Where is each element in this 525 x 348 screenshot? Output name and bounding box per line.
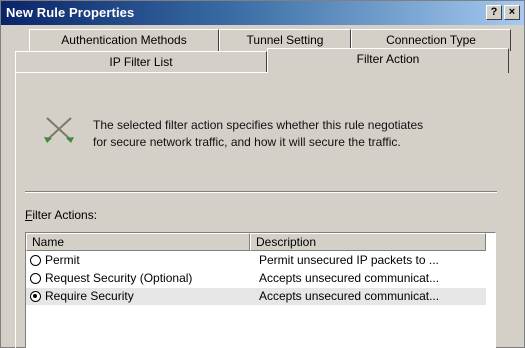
close-button[interactable]: ×	[504, 5, 520, 20]
tab-strip-edge	[15, 72, 267, 73]
item-name: Request Security (Optional)	[45, 271, 193, 285]
radio-button-checked[interactable]	[30, 291, 41, 302]
radio-button[interactable]	[30, 255, 41, 266]
dialog-window: New Rule Properties ? × Authentication M…	[0, 0, 525, 348]
title-bar[interactable]: New Rule Properties ? ×	[1, 1, 524, 25]
list-item-require-security[interactable]: Require Security Accepts unsecured commu…	[26, 288, 486, 305]
info-line-2: for secure network traffic, and how it w…	[93, 135, 401, 149]
separator	[25, 191, 497, 193]
help-button[interactable]: ?	[486, 5, 502, 20]
window-title: New Rule Properties	[6, 5, 135, 20]
column-header-name[interactable]: Name	[26, 233, 250, 251]
item-name: Require Security	[45, 289, 134, 303]
info-line-1: The selected filter action specifies whe…	[93, 118, 424, 132]
list-item-request-security[interactable]: Request Security (Optional) Accepts unse…	[26, 270, 486, 287]
filter-actions-label: Filter Actions:	[25, 208, 97, 222]
radio-button[interactable]	[30, 273, 41, 284]
item-description: Accepts unsecured communicat...	[259, 271, 440, 285]
column-header-description[interactable]: Description	[250, 233, 486, 251]
item-description: Accepts unsecured communicat...	[259, 289, 440, 303]
filter-actions-list[interactable]: Name Description Permit Permit unsecured…	[25, 232, 496, 348]
item-description: Permit unsecured IP packets to ...	[259, 253, 439, 267]
list-item-permit[interactable]: Permit Permit unsecured IP packets to ..…	[26, 252, 486, 269]
filter-actions-label-rest: ilter Actions:	[32, 208, 98, 222]
tab-ip-filter-list[interactable]: IP Filter List	[15, 51, 267, 73]
tab-authentication-methods[interactable]: Authentication Methods	[29, 29, 219, 51]
info-description: The selected filter action specifies whe…	[93, 117, 498, 151]
item-name: Permit	[45, 253, 80, 267]
filter-action-icon	[41, 111, 77, 147]
tab-filter-action[interactable]: Filter Action	[267, 48, 509, 73]
